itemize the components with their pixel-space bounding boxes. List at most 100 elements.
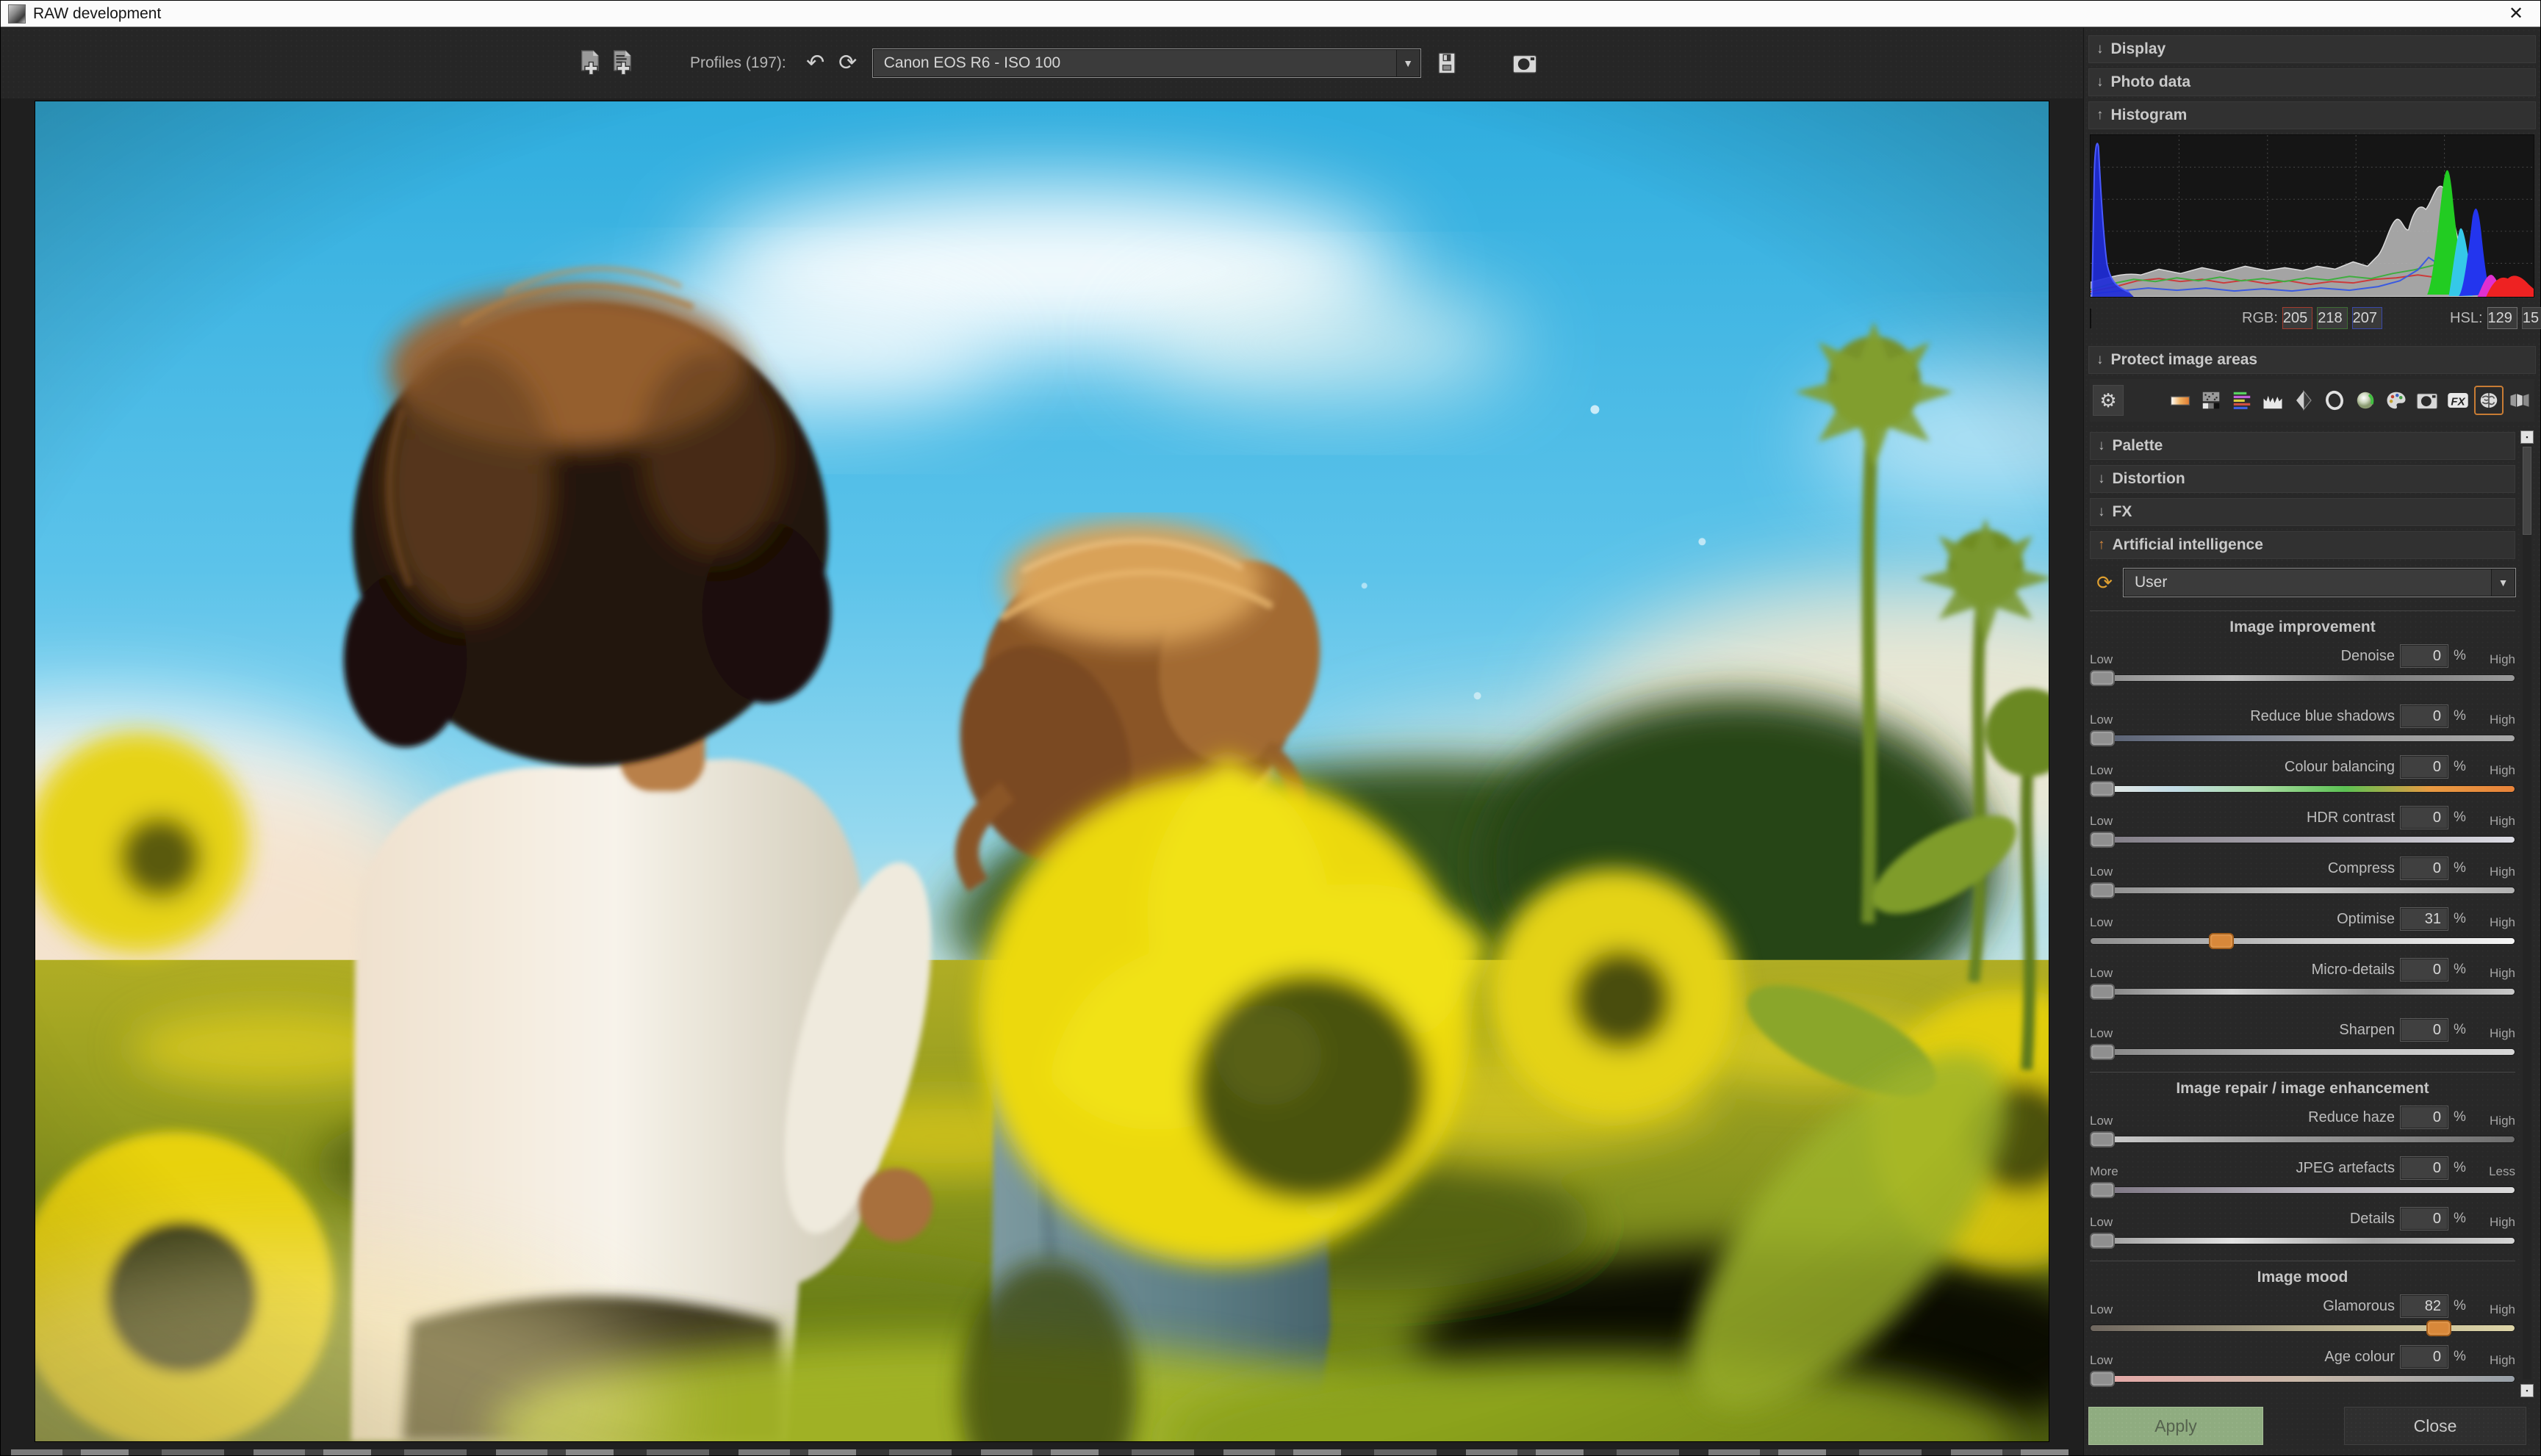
slider-unit-label: % (2449, 1211, 2471, 1227)
save-profile-button[interactable] (1431, 46, 1463, 81)
slider-handle[interactable] (2426, 1320, 2451, 1336)
raw-development-window: RAW development ✕ Profiles (197): ↶ ⟳ (0, 0, 2541, 1456)
section-header-palette[interactable]: ↓ Palette (2090, 432, 2515, 460)
image-canvas[interactable] (35, 101, 2049, 1442)
section-header-artificial-intelligence[interactable]: ↑ Artificial intelligence (2090, 531, 2515, 559)
split-compare-tool[interactable] (2289, 386, 2318, 415)
ai-preset-select[interactable]: User ▼ (2124, 569, 2515, 597)
gradient-filter-icon (2169, 389, 2191, 411)
expand-arrow-icon: ↓ (2096, 352, 2104, 368)
slider-min-label: Low (2090, 814, 2134, 829)
slider-track[interactable] (2090, 933, 2515, 949)
undo-button[interactable]: ↶ (799, 46, 832, 81)
slider-track[interactable] (2090, 1320, 2515, 1336)
slider-value-input[interactable]: 82 (2401, 1295, 2448, 1317)
slider-handle[interactable] (2090, 1044, 2115, 1060)
section-header-histogram[interactable]: ↑ Histogram (2088, 101, 2536, 129)
slider-track[interactable] (2090, 984, 2515, 1000)
redo-button[interactable]: ⟳ (832, 46, 864, 81)
rgb-r-value[interactable]: 205 (2282, 307, 2312, 329)
slider-track[interactable] (2090, 670, 2515, 686)
slider-row: More JPEG artefacts 0 % Less (2090, 1157, 2515, 1198)
sphere-3d-tool[interactable] (2351, 386, 2380, 415)
slider-handle[interactable] (2090, 984, 2115, 1000)
rgb-g-value[interactable]: 218 (2317, 307, 2347, 329)
refresh-preset-button[interactable]: ⟳ (2090, 568, 2119, 597)
settings-gear-button[interactable]: ⚙ (2093, 385, 2124, 416)
camera-tool[interactable] (2412, 386, 2442, 415)
slider-handle[interactable] (2090, 670, 2115, 686)
slider-handle[interactable] (2090, 832, 2115, 848)
profile-select[interactable]: Canon EOS R6 - ISO 100 ▼ (873, 49, 1420, 77)
scroll-down-button[interactable]: ▪ (2520, 1384, 2534, 1397)
slider-value-input[interactable]: 0 (2401, 857, 2448, 879)
channel-bars-tool[interactable] (2227, 386, 2257, 415)
slider-value-input[interactable]: 0 (2401, 756, 2448, 778)
slider-max-label: High (2471, 1302, 2515, 1317)
slider-value-input[interactable]: 0 (2401, 705, 2448, 727)
scrollbar-thumb[interactable] (2523, 447, 2531, 535)
slider-value-input[interactable]: 0 (2401, 959, 2448, 981)
slider-value-input[interactable]: 0 (2401, 807, 2448, 829)
hsl-s-value[interactable]: 15 (2522, 307, 2541, 329)
slider-value-input[interactable]: 0 (2401, 645, 2448, 667)
filmstrip-strip[interactable] (11, 1449, 2069, 1455)
noise-dither-tool[interactable] (2196, 386, 2226, 415)
slider-min-label: Low (2090, 763, 2134, 778)
section-header-display[interactable]: ↓ Display (2088, 35, 2536, 63)
section-header-fx[interactable]: ↓ FX (2090, 498, 2515, 526)
add-profile-button[interactable] (574, 46, 606, 81)
add-profile-from-settings-button[interactable] (606, 46, 639, 81)
ai-brain-tool[interactable] (2474, 386, 2504, 415)
camera-default-button[interactable] (1509, 46, 1541, 81)
slider-handle[interactable] (2090, 730, 2115, 746)
settings-panel: ↓ Display ↓ Photo data ↑ Histogram (2083, 28, 2540, 1455)
slider-track[interactable] (2090, 882, 2515, 898)
section-header-protect-areas[interactable]: ↓ Protect image areas (2088, 346, 2536, 374)
slider-handle[interactable] (2090, 1371, 2115, 1387)
section-label: Photo data (2111, 73, 2191, 91)
slider-handle[interactable] (2090, 1182, 2115, 1198)
slider-handle[interactable] (2090, 781, 2115, 797)
scrollbar-track[interactable] (2523, 445, 2531, 1380)
slider-handle[interactable] (2090, 882, 2115, 898)
slider-value-input[interactable]: 0 (2401, 1019, 2448, 1041)
slider-track[interactable] (2090, 1371, 2515, 1387)
vignette-tool[interactable] (2320, 386, 2349, 415)
slider-min-label: Low (2090, 1353, 2134, 1368)
slider-track[interactable] (2090, 781, 2515, 797)
slider-value-input[interactable]: 0 (2401, 1157, 2448, 1179)
slider-track[interactable] (2090, 1182, 2515, 1198)
slider-track[interactable] (2090, 1131, 2515, 1147)
fx-effects-tool[interactable]: FX (2443, 386, 2473, 415)
slider-value-input[interactable]: 0 (2401, 1346, 2448, 1368)
curves-tool[interactable] (2258, 386, 2287, 415)
rgb-b-value[interactable]: 207 (2352, 307, 2382, 329)
histogram-plot[interactable] (2090, 134, 2534, 298)
panel-scrollbar[interactable]: ▪ ▪ (2520, 430, 2534, 1397)
hsl-h-value[interactable]: 129 (2487, 307, 2517, 329)
close-button[interactable]: Close (2344, 1407, 2526, 1445)
section-header-photo-data[interactable]: ↓ Photo data (2088, 68, 2536, 96)
panorama-tool[interactable] (2505, 386, 2534, 415)
scroll-up-button[interactable]: ▪ (2520, 430, 2534, 444)
slider-handle[interactable] (2090, 1131, 2115, 1147)
slider-track[interactable] (2090, 832, 2515, 848)
close-window-button[interactable]: ✕ (2499, 3, 2533, 24)
slider-handle[interactable] (2090, 1233, 2115, 1249)
slider-value-input[interactable]: 0 (2401, 1208, 2448, 1230)
slider-max-label: High (2471, 652, 2515, 667)
slider-handle[interactable] (2209, 933, 2234, 949)
slider-track[interactable] (2090, 1233, 2515, 1249)
palette-colors-tool[interactable] (2382, 386, 2411, 415)
gradient-filter-tool[interactable] (2166, 386, 2195, 415)
noise-dither-icon (2200, 389, 2222, 411)
chevron-down-icon[interactable]: ▼ (1396, 50, 1420, 76)
apply-button[interactable]: Apply (2088, 1407, 2263, 1445)
slider-value-input[interactable]: 31 (2401, 908, 2448, 930)
slider-track[interactable] (2090, 1044, 2515, 1060)
slider-value-input[interactable]: 0 (2401, 1106, 2448, 1128)
section-header-distortion[interactable]: ↓ Distortion (2090, 465, 2515, 493)
slider-track[interactable] (2090, 730, 2515, 746)
chevron-down-icon[interactable]: ▼ (2491, 569, 2515, 596)
